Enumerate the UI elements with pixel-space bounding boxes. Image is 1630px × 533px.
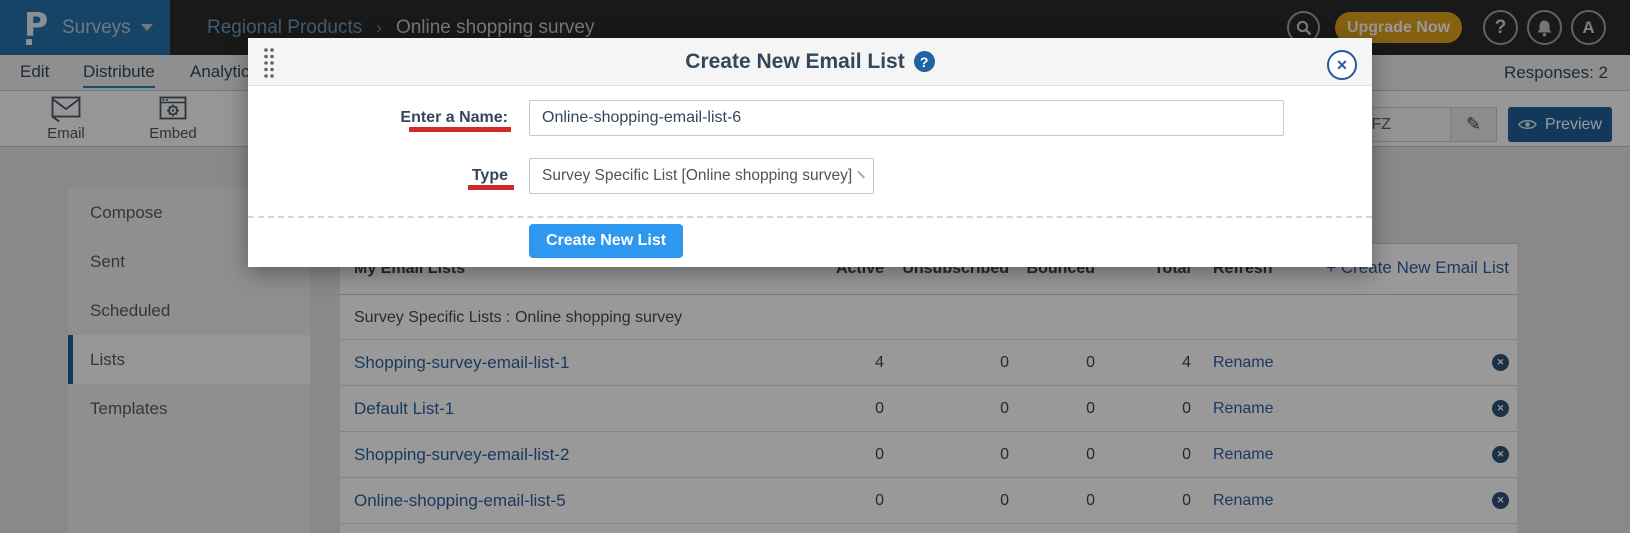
type-select[interactable]: Survey Specific List [Online shopping su… — [529, 158, 874, 194]
name-field-label: Enter a Name: — [248, 109, 508, 127]
modal-title: Create New Email List — [685, 50, 904, 74]
close-icon[interactable]: ✕ — [1327, 50, 1357, 80]
red-underline-annotation — [409, 127, 511, 132]
create-email-list-modal: Create New Email List ? ✕ Enter a Name: … — [248, 38, 1372, 267]
modal-help-icon[interactable]: ? — [914, 51, 935, 72]
create-new-list-button[interactable]: Create New List — [529, 224, 683, 258]
chevron-down-icon — [857, 170, 865, 178]
type-select-value: Survey Specific List [Online shopping su… — [530, 167, 852, 185]
list-name-input[interactable] — [529, 100, 1284, 136]
modal-header: Create New Email List ? ✕ — [248, 38, 1372, 86]
app-window: P Surveys Regional Products › Online sho… — [0, 0, 1630, 533]
red-underline-annotation — [468, 185, 514, 190]
modal-divider — [248, 216, 1372, 218]
drag-handle-icon[interactable] — [262, 46, 276, 85]
type-field-label: Type — [248, 167, 508, 185]
